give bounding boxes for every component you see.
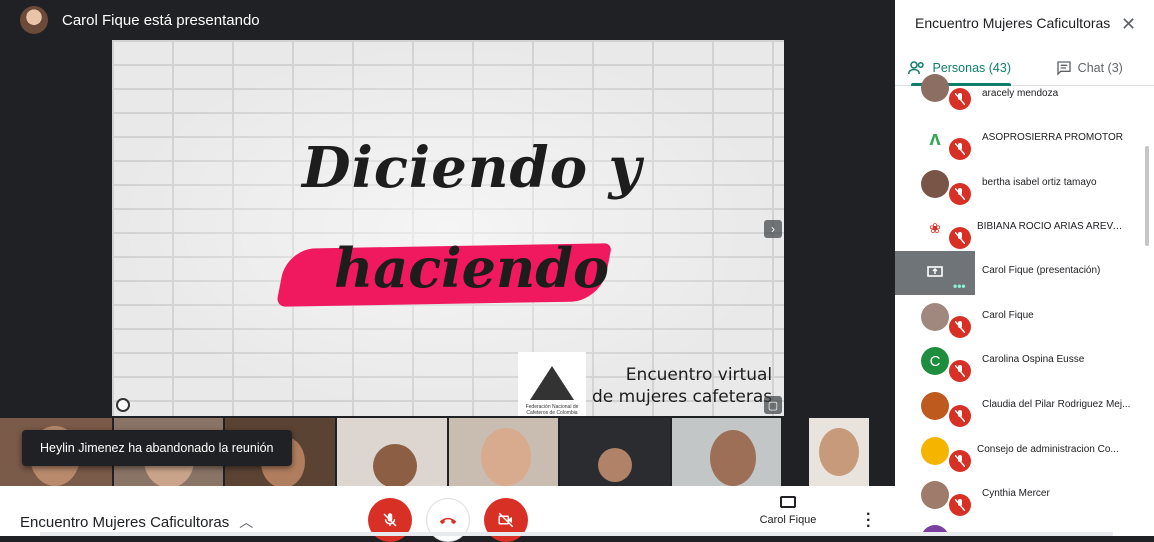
avatar: C — [921, 347, 949, 375]
presenter-avatar — [20, 6, 48, 34]
slide-heading-line2: haciendo — [334, 236, 609, 300]
tab-chat-label: Chat (3) — [1078, 61, 1123, 75]
tab-people-label: Personas (43) — [932, 61, 1011, 75]
meeting-name: Encuentro Mujeres Caficultoras — [20, 514, 229, 531]
list-item[interactable]: aracely mendoza — [895, 74, 1154, 118]
list-item[interactable]: C Carolina Ospina Eusse — [895, 340, 1154, 384]
avatar: ❀ — [921, 214, 949, 242]
list-item[interactable]: Cynthia Mercer — [895, 474, 1154, 518]
video-stage: Carol Fique está presentando Diciendo y … — [0, 0, 895, 536]
participant-name: bertha isabel ortiz tamayo — [982, 177, 1132, 188]
avatar — [921, 392, 949, 420]
bottom-toolbar: Encuentro Mujeres Caficultoras ︿ Carol F… — [0, 486, 895, 536]
participant-name: Carol Fique — [982, 310, 1132, 321]
mic-off-icon — [949, 405, 971, 427]
people-scrollbar[interactable] — [1145, 146, 1149, 246]
participant-tile[interactable] — [449, 418, 559, 486]
people-icon — [908, 61, 926, 75]
leave-notification: Heylin Jimenez ha abandonado la reunión — [22, 430, 292, 466]
presenter-title: Carol Fique está presentando — [62, 12, 260, 29]
bottom-strip — [40, 532, 1113, 536]
slide-footer-line1: Encuentro virtual — [592, 364, 772, 386]
participant-tile[interactable] — [337, 418, 447, 486]
present-label: Carol Fique — [748, 514, 828, 526]
mic-off-icon — [949, 360, 971, 382]
list-item[interactable]: Claudia del Pilar Rodriguez Mej... — [895, 385, 1154, 429]
camera-off-icon — [497, 511, 515, 529]
participant-name: ASOPROSIERRA PROMOTOR — [982, 132, 1132, 143]
slide-fullscreen-icon[interactable]: ▢ — [764, 396, 782, 414]
participant-name: Consejo de administracion Co... — [977, 444, 1127, 455]
more-options-icon[interactable]: ··· — [866, 512, 871, 530]
mic-off-icon — [949, 494, 971, 516]
avatar — [921, 170, 949, 198]
list-item[interactable]: Consejo de administracion Co... — [895, 430, 1154, 474]
avatar — [921, 74, 949, 102]
close-icon[interactable]: ✕ — [1121, 14, 1136, 35]
meeting-details-button[interactable]: Encuentro Mujeres Caficultoras ︿ — [20, 512, 253, 532]
avatar: ʌ — [921, 125, 949, 153]
mic-off-icon — [949, 183, 971, 205]
list-item[interactable]: ❀ BIBIANA ROCIO ARIAS AREVA... — [895, 207, 1154, 251]
list-item[interactable]: Carol Fique — [895, 296, 1154, 340]
mic-off-icon — [949, 316, 971, 338]
present-screen-icon — [780, 496, 796, 508]
participant-name: Claudia del Pilar Rodriguez Mej... — [982, 399, 1132, 410]
list-item[interactable]: ••• Carol Fique (presentación) — [895, 251, 1154, 295]
panel-title: Encuentro Mujeres Caficultoras — [915, 15, 1110, 31]
list-item[interactable]: ʌ ASOPROSIERRA PROMOTOR — [895, 118, 1154, 162]
mic-off-icon — [949, 138, 971, 160]
people-panel: Encuentro Mujeres Caficultoras ✕ Persona… — [895, 0, 1154, 536]
participant-tile[interactable] — [672, 418, 782, 486]
speaking-dots-icon: ••• — [953, 279, 966, 293]
hang-up-icon — [438, 514, 458, 526]
slide-badge-icon — [116, 398, 130, 412]
people-list: aracely mendoza ʌ ASOPROSIERRA PROMOTOR … — [895, 74, 1154, 536]
avatar — [921, 437, 949, 465]
participant-tile[interactable] — [783, 418, 895, 486]
slide-heading-line1: Diciendo y — [302, 135, 642, 201]
participant-name: aracely mendoza — [982, 88, 1132, 99]
present-now-button[interactable]: Carol Fique — [748, 496, 828, 526]
participant-tile[interactable] — [560, 418, 670, 486]
participant-name: Carolina Ospina Eusse — [982, 354, 1132, 365]
slide-footer-line2: de mujeres cafeteras — [592, 386, 772, 408]
chevron-up-icon: ︿ — [239, 512, 253, 532]
presentation-slide: Diciendo y haciendo Federación Nacional … — [112, 40, 784, 416]
logo-text: Federación Nacional de Cafeteros de Colo… — [518, 404, 586, 416]
presenter-bar: Carol Fique está presentando — [0, 0, 895, 40]
list-item[interactable]: bertha isabel ortiz tamayo — [895, 163, 1154, 207]
mic-off-icon — [949, 88, 971, 110]
mic-off-icon — [949, 227, 971, 249]
participant-name: Cynthia Mercer — [982, 488, 1132, 499]
federacion-logo: Federación Nacional de Cafeteros de Colo… — [518, 352, 586, 416]
participant-name: Carol Fique (presentación) — [982, 265, 1132, 276]
avatar — [921, 303, 949, 331]
present-screen-icon — [921, 258, 949, 286]
mic-off-icon — [949, 450, 971, 472]
mountain-logo-icon — [530, 366, 574, 400]
slide-footer: Encuentro virtual de mujeres cafeteras — [592, 364, 772, 408]
mic-off-icon — [381, 511, 399, 529]
next-slide-button[interactable]: › — [764, 220, 782, 238]
avatar — [921, 481, 949, 509]
participant-name: BIBIANA ROCIO ARIAS AREVA... — [977, 221, 1127, 232]
